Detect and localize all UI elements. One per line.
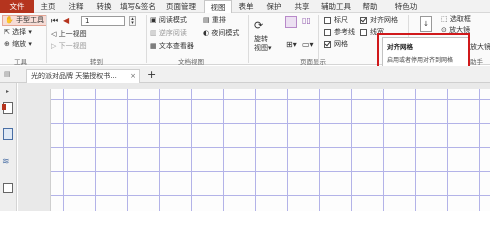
- menu-comment[interactable]: 注释: [62, 0, 90, 13]
- zoom-tool-button[interactable]: ⊕ 缩放 ▾: [4, 40, 32, 49]
- menu-accessibility[interactable]: 辅助工具: [316, 0, 356, 13]
- menu-page-management[interactable]: 页面管理: [158, 0, 204, 13]
- menu-share[interactable]: 共享: [288, 0, 316, 13]
- page-with-grid[interactable]: [50, 89, 490, 211]
- night-mode-button[interactable]: ◐ 夜间模式: [203, 29, 239, 38]
- menu-home[interactable]: 主页: [34, 0, 62, 13]
- reverse-read-button[interactable]: ▥ 逆序阅读: [150, 29, 187, 38]
- grid-label: 网格: [334, 40, 348, 48]
- bookmark-panel-icon[interactable]: [2, 102, 13, 114]
- group-label-pagedisplay: 页面显示: [300, 58, 326, 66]
- left-sidebar: ▸ ≋: [0, 83, 17, 211]
- select-tool-button[interactable]: ⇱ 选择 ▾: [4, 28, 32, 37]
- menu-bar: 文件 主页 注释 转换 填写&签名 页面管理 视图 表单 保护 共享 辅助工具 …: [0, 0, 490, 13]
- select-cursor-icon: ⇱: [4, 28, 10, 36]
- selection-box-icon: ⬚: [441, 15, 448, 23]
- group-label-goto: 转到: [90, 58, 103, 66]
- menu-help[interactable]: 帮助: [356, 0, 384, 13]
- separator: [248, 15, 249, 63]
- hand-icon: ✋: [5, 16, 14, 24]
- snap-grid-label: 对齐网格: [370, 16, 398, 24]
- reverse-read-icon: ▥: [150, 29, 157, 37]
- page-spinner[interactable]: ▴ ▾: [129, 16, 136, 26]
- guides-label: 参考线: [334, 28, 355, 36]
- attachment-panel-icon[interactable]: [3, 183, 13, 193]
- separator: [46, 15, 47, 63]
- rotate-icon: ⟳: [254, 19, 264, 32]
- continuous-page-icon[interactable]: ▯▯: [302, 16, 311, 25]
- prev-view-button[interactable]: ◁ 上一视图: [51, 30, 87, 39]
- first-page-button[interactable]: ⏮: [51, 16, 58, 25]
- back-arrow-icon: ◁: [51, 30, 57, 38]
- forward-arrow-icon: ▷: [51, 42, 57, 50]
- line-width-checkbox[interactable]: [360, 29, 367, 36]
- prev-page-button[interactable]: ◀: [63, 16, 69, 25]
- menu-view[interactable]: 视图: [204, 0, 232, 13]
- snap-grid-checkbox[interactable]: [360, 17, 367, 24]
- expand-sidebar-icon[interactable]: ▸: [6, 87, 9, 96]
- hand-tool-button[interactable]: ✋ 手型工具: [2, 15, 47, 26]
- menu-protect[interactable]: 保护: [260, 0, 288, 13]
- read-mode-icon: ▣: [150, 16, 157, 24]
- group-label-tools: 工具: [14, 58, 27, 66]
- tab-list-icon[interactable]: ▤: [4, 70, 11, 79]
- zoom-icon: ⊕: [4, 40, 10, 48]
- menu-fill-sign[interactable]: 填写&签名: [118, 0, 158, 13]
- reflow-icon: ▤: [203, 16, 210, 24]
- text-viewer-button[interactable]: ▦ 文本查看器: [150, 42, 194, 51]
- new-tab-button[interactable]: +: [147, 68, 156, 81]
- menu-form[interactable]: 表单: [232, 0, 260, 13]
- ruler-label: 标尺: [334, 16, 348, 24]
- next-view-button[interactable]: ▷ 下一视图: [51, 42, 87, 51]
- moon-icon: ◐: [203, 29, 210, 37]
- menu-convert[interactable]: 转换: [90, 0, 118, 13]
- guides-checkbox[interactable]: [324, 29, 331, 36]
- read-mode-button[interactable]: ▣ 阅读模式: [150, 16, 187, 25]
- reflow-button[interactable]: ▤ 重排: [203, 16, 226, 25]
- menu-file[interactable]: 文件: [0, 0, 34, 13]
- single-page-icon[interactable]: [285, 16, 297, 28]
- separator: [318, 15, 319, 63]
- menu-features[interactable]: 特色功: [384, 0, 428, 13]
- page-number-input[interactable]: 1: [81, 16, 125, 26]
- separator: [146, 15, 147, 63]
- group-label-docview: 文档视图: [178, 58, 204, 66]
- document-tab[interactable]: 光的派对品牌 天猫授权书... ×: [26, 69, 140, 83]
- document-tab-strip: ▤ 光的派对品牌 天猫授权书... × +: [0, 66, 490, 83]
- ruler-checkbox[interactable]: [324, 17, 331, 24]
- download-doc-icon[interactable]: ↓: [420, 16, 432, 32]
- layers-icon[interactable]: ≋: [2, 158, 10, 167]
- group-label-assistant: 助手: [470, 58, 483, 66]
- thumbnail-panel-icon[interactable]: [3, 128, 13, 140]
- selection-box-button[interactable]: ⬚ 选取框: [441, 15, 471, 24]
- document-tab-title: 光的派对品牌 天猫授权书...: [31, 72, 117, 80]
- close-icon[interactable]: ×: [130, 70, 136, 83]
- grid-checkbox[interactable]: [324, 41, 331, 48]
- text-viewer-icon: ▦: [150, 42, 157, 50]
- zoom-glass-button[interactable]: 放大镜: [470, 43, 490, 52]
- document-canvas[interactable]: [18, 83, 490, 211]
- page-layout-icon[interactable]: ⊞▾: [286, 40, 297, 49]
- bookmark-icon: [2, 104, 6, 110]
- split-view-icon[interactable]: ▭▾: [302, 40, 314, 49]
- rotate-view-button[interactable]: 旋转 视图▾: [254, 35, 272, 53]
